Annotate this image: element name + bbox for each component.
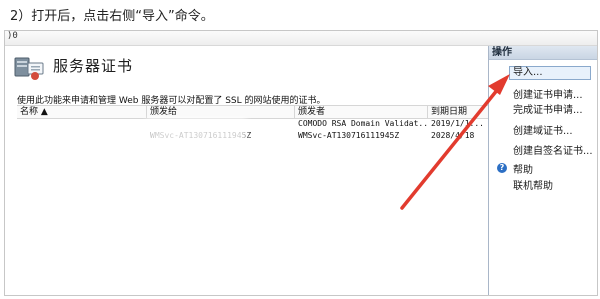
red-arrow-annotation xyxy=(400,74,510,210)
